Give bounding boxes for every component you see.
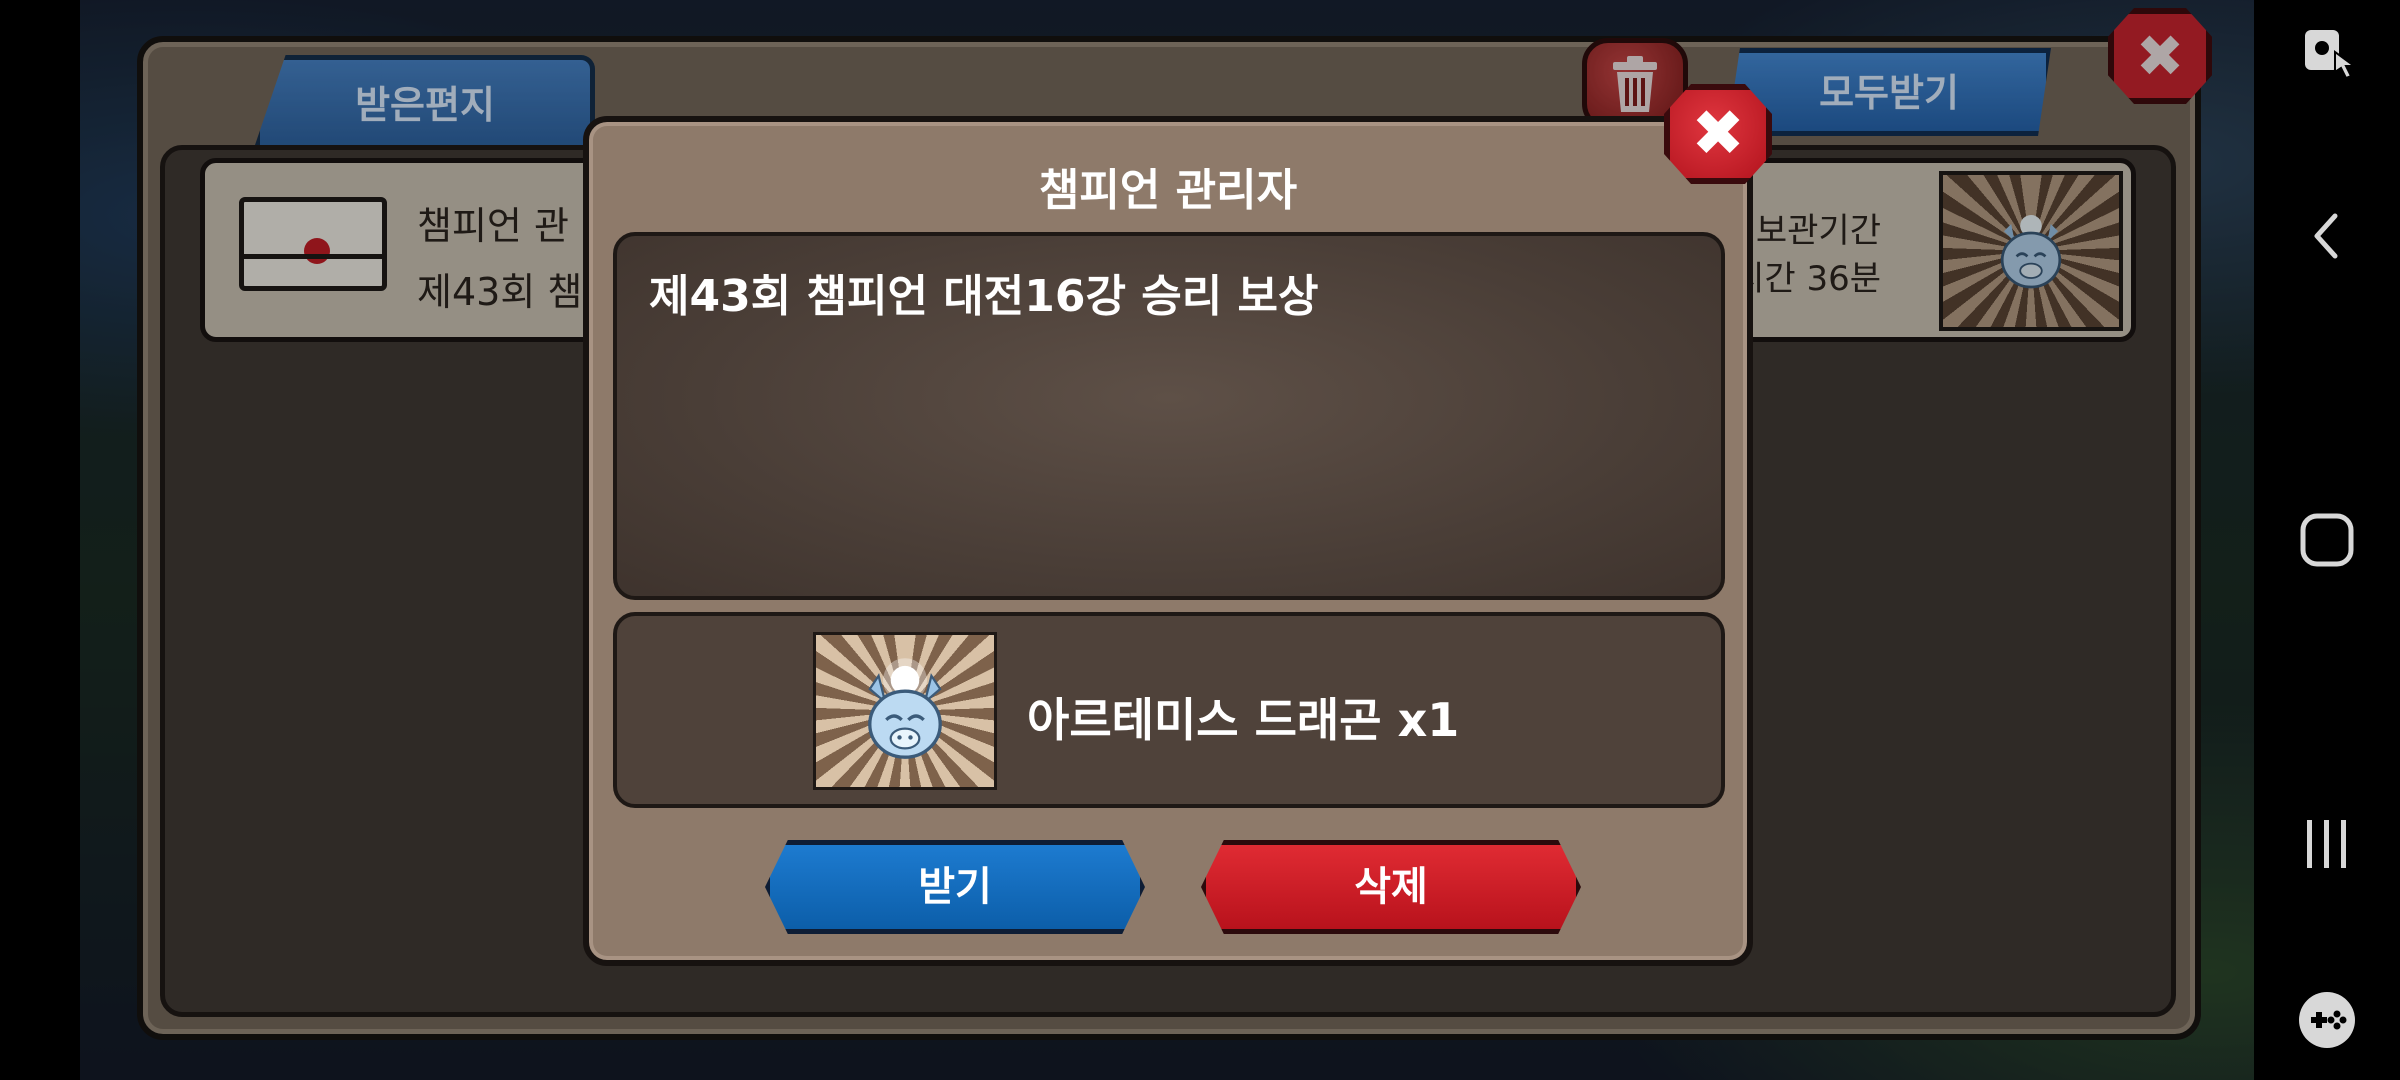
mailbox-close-button[interactable]: ✖ <box>2108 8 2212 104</box>
dialog-title: 챔피언 관리자 <box>1038 165 1298 216</box>
mail-detail-dialog: 챔피언 관리자 제43회 챔피언 대전16강 승리 보상 아르테미스 드래곤 x… <box>583 116 1753 966</box>
message-text: 제43회 챔피언 대전16강 승리 보상 <box>649 271 1319 322</box>
reward-item-image <box>813 632 997 790</box>
dialog-close-button[interactable]: ✖ <box>1664 84 1772 184</box>
dragon-icon <box>868 658 942 759</box>
dragon-icon <box>2000 215 2062 289</box>
receive-button[interactable]: 받기 <box>765 840 1145 934</box>
close-icon: ✖ <box>1691 97 1745 171</box>
game-controller-icon[interactable] <box>2254 988 2400 1056</box>
mail-sender: 챔피언 관 <box>417 204 569 248</box>
system-navigation-bar <box>2254 0 2400 1080</box>
reward-label: 아르테미스 드래곤 x1 <box>1027 693 1460 747</box>
home-icon[interactable] <box>2254 508 2400 576</box>
mail-expire-label: 보관기간 <box>1755 211 1881 251</box>
envelope-icon <box>239 197 387 291</box>
message-box: 제43회 챔피언 대전16강 승리 보상 <box>613 232 1725 600</box>
reward-box: 아르테미스 드래곤 x1 <box>613 612 1725 808</box>
trash-icon <box>1613 56 1657 112</box>
mail-expire-time: 시간 36분 <box>1733 259 1881 299</box>
touch-icon[interactable] <box>2254 22 2400 90</box>
back-icon[interactable] <box>2254 206 2400 270</box>
reward-thumbnail <box>1939 171 2123 331</box>
close-icon: ✖ <box>2135 22 2185 90</box>
recents-icon[interactable] <box>2254 812 2400 880</box>
receive-all-button[interactable]: 모두받기 <box>1727 48 2051 136</box>
tab-inbox[interactable]: 받은편지 <box>255 55 595 145</box>
delete-button[interactable]: 삭제 <box>1201 840 1581 934</box>
mail-subject: 제43회 챔 <box>417 270 583 314</box>
